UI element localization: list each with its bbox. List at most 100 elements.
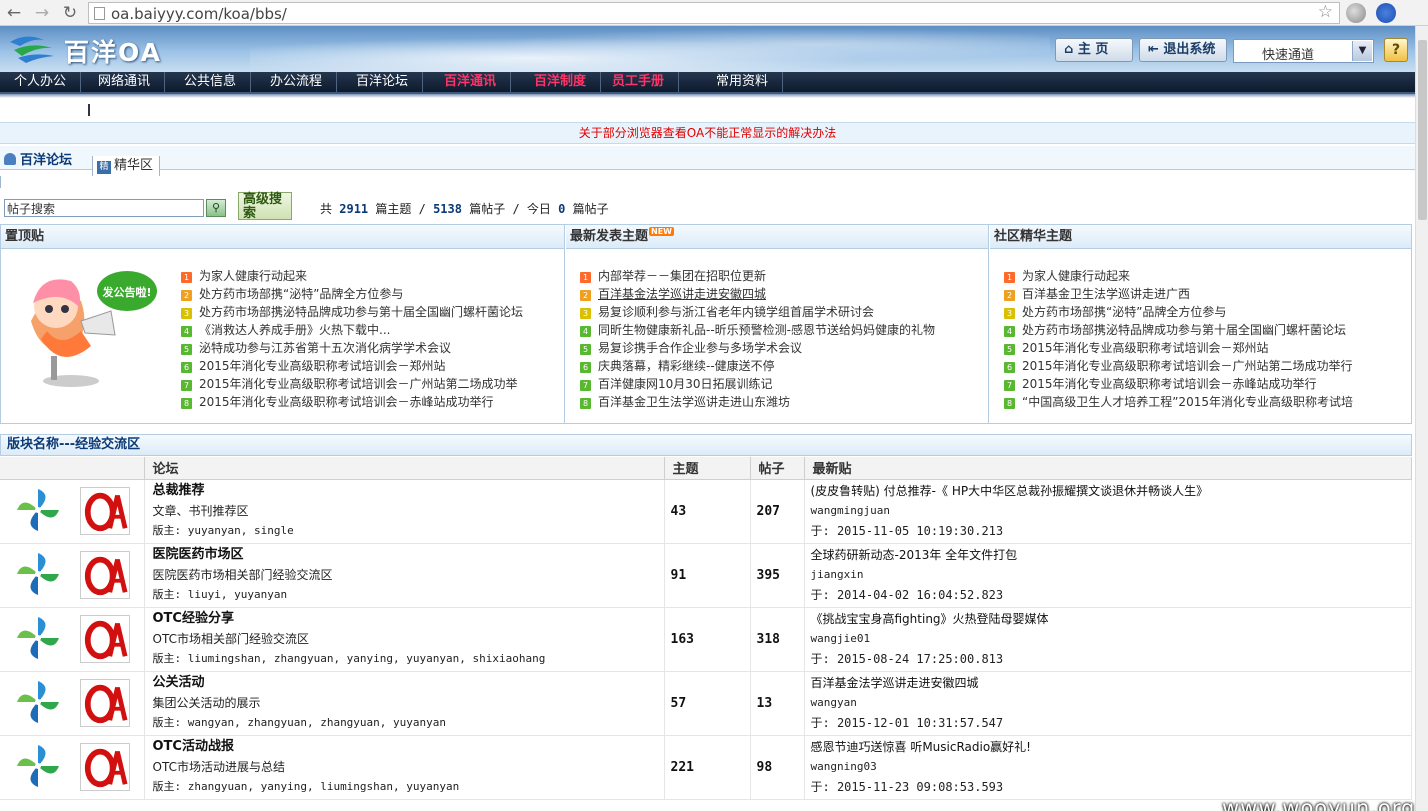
col-blank-2 — [76, 457, 145, 480]
quick-channel-select[interactable]: 快速通道 ▼ — [1233, 39, 1374, 63]
menu-item[interactable]: 百洋通讯 — [430, 72, 512, 92]
forward-button[interactable]: → — [32, 3, 52, 23]
list-item[interactable]: 4 同昕生物健康新礼品--昕乐预警检测-感恩节送给妈妈健康的礼物 — [580, 321, 935, 339]
help-icon[interactable]: ? — [1384, 38, 1408, 62]
reload-button[interactable]: ↻ — [60, 3, 80, 23]
list-item-title: 百洋基金卫生法学巡讲走进山东潍坊 — [598, 395, 791, 409]
list-item[interactable]: 8 2015年消化专业高级职称考试培训会－赤峰站成功举行 — [181, 393, 523, 411]
list-item[interactable]: 3 易复诊顺利参与浙江省老年内镜学组首届学术研讨会 — [580, 303, 935, 321]
logout-icon: ⇤ — [1148, 42, 1164, 57]
forum-name-link[interactable]: 公关活动 — [153, 673, 664, 693]
list-item-title: 百洋基金法学巡讲走进安徽四城 — [598, 287, 767, 301]
text-cursor — [88, 104, 90, 116]
latest-post-author[interactable]: jiangxin — [811, 565, 1412, 585]
post-search-input[interactable] — [4, 199, 204, 217]
list-item[interactable]: 3 处方药市场部携“泌特”品牌全方位参与 — [1004, 303, 1353, 321]
list-item[interactable]: 2 百洋基金法学巡讲走进安徽四城 — [580, 285, 935, 303]
rank-number-icon: 6 — [1004, 362, 1015, 373]
latest-post-author[interactable]: wangmingjuan — [811, 501, 1412, 521]
menu-item[interactable]: 公共信息 — [170, 72, 252, 92]
forum-name-link[interactable]: OTC经验分享 — [153, 609, 664, 629]
menu-item[interactable]: 常用资料 — [702, 72, 784, 92]
search-icon[interactable]: ⚲ — [206, 199, 226, 217]
oa-forum-logo-icon — [80, 679, 130, 727]
home-button[interactable]: ⌂ 主 页 — [1055, 38, 1133, 62]
list-item[interactable]: 7 2015年消化专业高级职称考试培训会－广州站第二场成功举 — [181, 375, 523, 393]
list-item[interactable]: 1 为家人健康行动起来 — [1004, 267, 1353, 285]
stats-topics: 2911 — [339, 202, 369, 216]
latest-post-link[interactable]: 感恩节迪巧送惊喜 听MusicRadio赢好礼! — [811, 737, 1412, 757]
forum-title-text: 百洋论坛 — [20, 153, 73, 168]
latest-post-author[interactable]: wangyan — [811, 693, 1412, 713]
pinned-list: 1 为家人健康行动起来 2 处方药市场部携“泌特”品牌全方位参与 3 处方药市场部携泌特品… — [181, 267, 523, 411]
list-item[interactable]: 1 为家人健康行动起来 — [181, 267, 523, 285]
logout-button[interactable]: ⇤ 退出系统 — [1139, 38, 1227, 62]
forum-name-link[interactable]: 总裁推荐 — [153, 481, 664, 501]
list-item[interactable]: 5 泌特成功参与江苏省第十五次消化病学学术会议 — [181, 339, 523, 357]
menu-item[interactable]: 百洋论坛 — [342, 72, 424, 92]
rank-number-icon: 4 — [1004, 326, 1015, 337]
latest-post-author[interactable]: wangning03 — [811, 757, 1412, 777]
latest-post-link[interactable]: 全球药研新动态-2013年 全年文件打包 — [811, 545, 1412, 565]
list-item[interactable]: 6 庆典落幕，精彩继续--健康送不停 — [580, 357, 935, 375]
rank-number-icon: 8 — [181, 398, 192, 409]
logo-cell — [76, 671, 145, 736]
forum-name-link[interactable]: 医院医药市场区 — [153, 545, 664, 565]
latest-post-author[interactable]: wangjie01 — [811, 629, 1412, 649]
main-menu: 个人办公 网络通讯 公共信息 办公流程 百洋论坛 百洋通讯 百洋制度 员工手册 常用资料 — [0, 72, 1415, 94]
forum-moderators: 版主: liumingshan, zhangyuan, yanying, yuy… — [152, 652, 546, 665]
extension-baidu-icon[interactable] — [1376, 3, 1396, 23]
page-scrollbar[interactable] — [1415, 26, 1428, 811]
extension-globe-icon[interactable] — [1346, 3, 1366, 23]
menu-item[interactable]: 员工手册 — [598, 72, 680, 92]
latest-post-link[interactable]: (皮皮鲁转贴) 付总推荐-《 HP大中华区总裁孙振耀撰文谈退休并畅谈人生》 — [811, 481, 1412, 501]
tab-essence[interactable]: 精精华区 — [92, 156, 161, 176]
list-item[interactable]: 7 百洋健康网10月30日拓展训练记 — [580, 375, 935, 393]
list-item[interactable]: 3 处方药市场部携泌特品牌成功参与第十届全国幽门螺杆菌论坛 — [181, 303, 523, 321]
forum-name-link[interactable]: OTC活动战报 — [153, 737, 664, 757]
menu-item[interactable]: 网络通讯 — [84, 72, 166, 92]
list-item[interactable]: 6 2015年消化专业高级职称考试培训会－广州站第二场成功举行 — [1004, 357, 1353, 375]
list-item[interactable]: 4 处方药市场部携泌特品牌成功参与第十届全国幽门螺杆菌论坛 — [1004, 321, 1353, 339]
menu-item[interactable]: 个人办公 — [0, 72, 82, 92]
back-button[interactable]: ← — [4, 3, 24, 23]
new-badge: NEW — [649, 227, 674, 236]
list-item[interactable]: 8 “中国高级卫生人才培养工程”2015年消化专业高级职称考试培 — [1004, 393, 1353, 411]
menu-item[interactable]: 百洋制度 — [520, 72, 602, 92]
table-row: 总裁推荐 文章、书刊推荐区 版主: yuyanyan, single 43 207 (皮皮… — [0, 479, 1412, 544]
latest-post-link[interactable]: 《挑战宝宝身高fighting》火热登陆母婴媒体 — [811, 609, 1412, 629]
topic-count: 163 — [664, 607, 751, 672]
chevron-down-icon[interactable]: ▼ — [1352, 41, 1372, 61]
menu-item[interactable]: 办公流程 — [256, 72, 338, 92]
latest-post-link[interactable]: 百洋基金法学巡讲走进安徽四城 — [811, 673, 1412, 693]
list-item[interactable]: 5 易复诊携手合作企业参与多场学术会议 — [580, 339, 935, 357]
pinned-panel: 置顶贴 发公告啦! 1 为家人健康行动起来 2 处方药市场部携“泌特”品牌全方位参与 3… — [1, 225, 565, 423]
list-item-title: 内部举荐－－集团在招职位更新 — [598, 269, 767, 283]
list-item-title: 2015年消化专业高级职称考试培训会－郑州站 — [199, 359, 446, 373]
stats-prefix: 共 — [320, 202, 333, 216]
list-item-title: 同昕生物健康新礼品--昕乐预警检测-感恩节送给妈妈健康的礼物 — [598, 323, 935, 337]
list-item[interactable]: 6 2015年消化专业高级职称考试培训会－郑州站 — [181, 357, 523, 375]
list-item[interactable]: 1 内部举荐－－集团在招职位更新 — [580, 267, 935, 285]
forum-table-header: 论坛 主题 帖子 最新贴 — [0, 457, 1412, 480]
list-item[interactable]: 7 2015年消化专业高级职称考试培训会－赤峰站成功举行 — [1004, 375, 1353, 393]
topic-count: 57 — [664, 671, 751, 736]
list-item[interactable]: 2 处方药市场部携“泌特”品牌全方位参与 — [181, 285, 523, 303]
bookmark-star-icon[interactable]: ☆ — [1318, 2, 1333, 22]
list-item-title: 庆典落幕，精彩继续--健康送不停 — [598, 359, 775, 373]
list-item[interactable]: 5 2015年消化专业高级职称考试培训会－郑州站 — [1004, 339, 1353, 357]
rank-number-icon: 6 — [181, 362, 192, 373]
advanced-search-button[interactable]: 高级搜索 — [238, 192, 292, 221]
forum-moderators: 版主: zhangyuan, yanying, liumingshan, yuy… — [152, 780, 460, 793]
scrollbar-thumb[interactable] — [1418, 40, 1427, 220]
col-latest: 最新贴 — [804, 457, 1412, 480]
page-viewport: 百洋OA ⌂ 主 页 ⇤ 退出系统 快速通道 ▼ ? 个人办公 网络通讯 公共信息办… — [0, 26, 1415, 811]
list-item[interactable]: 8 百洋基金卫生法学巡讲走进山东潍坊 — [580, 393, 935, 411]
address-bar[interactable]: oa.baiyyy.com/koa/bbs/ ☆ — [88, 2, 1340, 24]
list-item[interactable]: 2 百洋基金卫生法学巡讲走进广西 — [1004, 285, 1353, 303]
stats-today-unit: 篇帖子 — [572, 202, 609, 216]
latest-post-cell: 感恩节迪巧送惊喜 听MusicRadio赢好礼! wangning03 于: 201… — [804, 735, 1412, 800]
list-item[interactable]: 4 《消救达人养成手册》火热下载中... — [181, 321, 523, 339]
browser-compat-notice-link[interactable]: 关于部分浏览器查看OA不能正常显示的解决办法 — [579, 126, 836, 140]
pin-cell — [0, 735, 76, 800]
